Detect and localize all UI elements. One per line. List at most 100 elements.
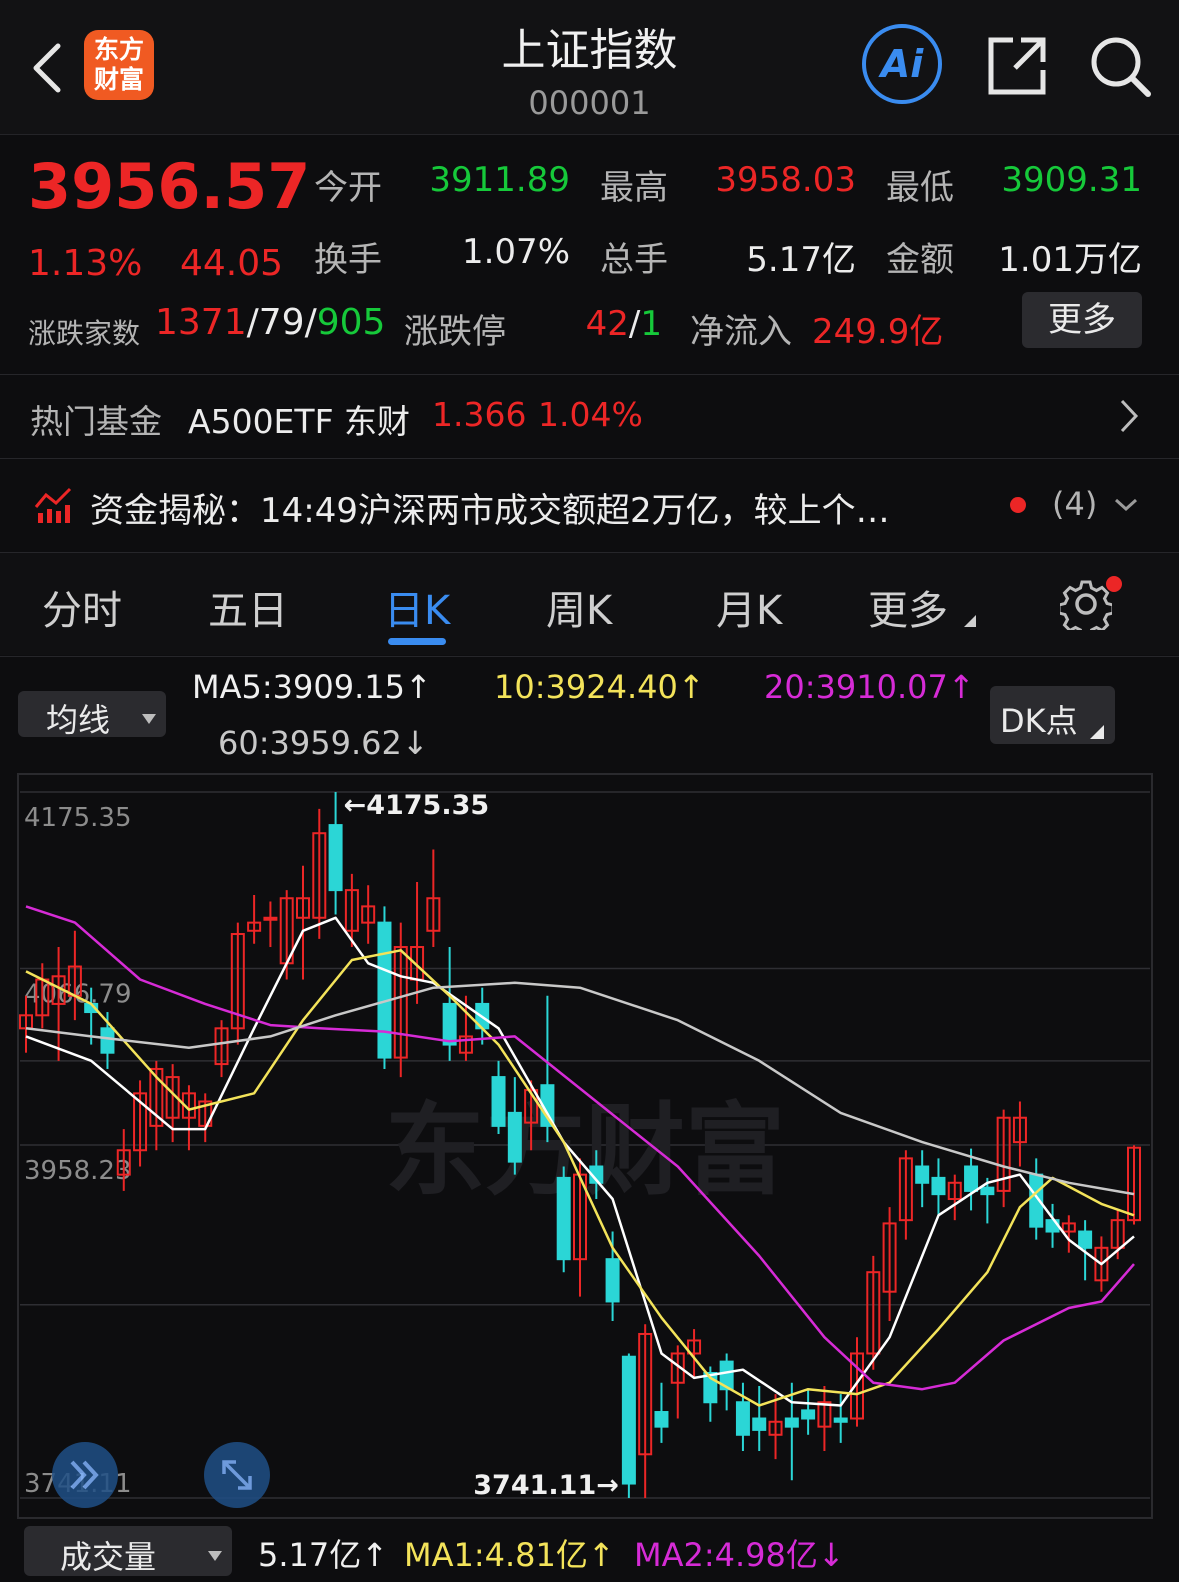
- open-label: 今开: [314, 168, 382, 208]
- ma20-value: 20:3910.07↑: [764, 668, 975, 706]
- candle-body: [784, 1417, 799, 1428]
- tab-monthly-k[interactable]: 月K: [716, 578, 782, 636]
- volume-ma1: MA1:4.81亿↑: [404, 1536, 615, 1574]
- dk-button[interactable]: DK点: [990, 686, 1115, 744]
- ai-label: Ai: [880, 42, 924, 86]
- settings-gear-icon[interactable]: [1057, 578, 1115, 638]
- unread-dot: [1010, 497, 1026, 513]
- candle-body: [328, 824, 343, 892]
- tab-intraday[interactable]: 分时: [42, 578, 122, 636]
- breadth-values: 1371/79/905: [155, 302, 386, 343]
- tab-more[interactable]: 更多: [868, 578, 948, 636]
- volume-selector-label: 成交量: [60, 1538, 157, 1576]
- candle-body: [1078, 1230, 1093, 1249]
- fast-forward-button[interactable]: [52, 1442, 118, 1508]
- candle-body: [801, 1409, 816, 1420]
- min-price-marker: 3741.11→: [473, 1470, 619, 1501]
- dropdown-corner-icon: [964, 612, 976, 631]
- candle-body: [833, 1417, 848, 1423]
- settings-badge-dot: [1106, 576, 1122, 592]
- breadth-label: 涨跌家数: [28, 317, 141, 350]
- dk-button-label: DK点: [1000, 702, 1078, 740]
- expand-button[interactable]: [204, 1442, 270, 1508]
- ai-button[interactable]: Ai: [862, 24, 942, 104]
- candle-body: [100, 1027, 115, 1054]
- candle-body: [507, 1111, 522, 1163]
- candle-body: [491, 1076, 506, 1127]
- candle-body: [964, 1165, 979, 1192]
- tab-five-day[interactable]: 五日: [208, 578, 288, 636]
- inflow-label: 净流入: [690, 312, 792, 352]
- candlestick-chart[interactable]: 4175.354066.793958.233741.11东方财富←4175.35…: [0, 770, 1179, 1522]
- candle-body: [442, 1002, 457, 1046]
- news-headline: 资金揭秘：14:49沪深两市成交额超2万亿，较上个…: [90, 491, 890, 531]
- y-axis-label: 4175.35: [24, 803, 132, 833]
- fund-pct: 1.04%: [538, 395, 643, 434]
- ma5-value: MA5:3909.15↑: [192, 668, 432, 706]
- dropdown-corner-icon: [1090, 724, 1104, 743]
- low-value: 3909.31: [1001, 160, 1142, 200]
- limit-down: 1: [640, 304, 662, 344]
- change-percent: 1.13%: [28, 243, 143, 284]
- tab-daily-k[interactable]: 日K: [384, 578, 450, 636]
- candle-body: [752, 1417, 767, 1431]
- fund-name: A500ETF 东财: [188, 402, 411, 441]
- ma60-value: 60:3959.62↓: [218, 724, 429, 762]
- candle-body: [735, 1401, 750, 1436]
- share-icon[interactable]: [985, 34, 1049, 98]
- tab-weekly-k[interactable]: 周K: [546, 578, 612, 636]
- y-axis-label: 4066.79: [24, 980, 132, 1010]
- turnover-label: 换手: [314, 240, 382, 280]
- max-price-marker: ←4175.35: [344, 790, 490, 821]
- capital-flow-icon: [34, 485, 74, 529]
- news-row[interactable]: 资金揭秘：14:49沪深两市成交额超2万亿，较上个… (4): [0, 459, 1179, 551]
- candle-body: [556, 1176, 571, 1261]
- limit-label: 涨跌停: [404, 312, 506, 352]
- dropdown-arrow-icon: [142, 709, 156, 728]
- candle-body: [980, 1186, 995, 1196]
- ma-line-ma5: [25, 916, 1135, 1407]
- turnover-value: 1.07%: [461, 232, 570, 272]
- candle-body: [931, 1176, 946, 1196]
- candle-body: [915, 1165, 930, 1184]
- limit-values: 42/1: [585, 304, 662, 344]
- volume-ma2: MA2:4.98亿↓: [634, 1536, 845, 1574]
- inflow-value: 249.9亿: [812, 312, 944, 352]
- current-price: 3956.57: [28, 150, 311, 223]
- fund-price: 1.366: [432, 395, 527, 434]
- candle-body: [605, 1258, 620, 1303]
- y-axis-label: 3958.23: [24, 1156, 132, 1186]
- news-count: (4): [1052, 485, 1098, 523]
- candle-body: [377, 921, 392, 1059]
- volume-label: 总手: [600, 240, 668, 280]
- volume-value: 5.17亿: [746, 240, 856, 280]
- down-count: 905: [316, 302, 386, 343]
- flat-count: 79: [258, 302, 305, 343]
- candle-body: [654, 1411, 669, 1428]
- candle-body: [621, 1355, 636, 1485]
- header-bar: 东方 财富 上证指数 000001 Ai: [0, 0, 1179, 135]
- change-value: 44.05: [180, 243, 284, 284]
- more-button[interactable]: 更多: [1022, 292, 1142, 348]
- ma10-value: 10:3924.40↑: [494, 668, 705, 706]
- ma-selector-label: 均线: [46, 701, 111, 739]
- high-label: 最高: [600, 168, 668, 208]
- amount-label: 金额: [886, 240, 954, 280]
- more-button-label: 更多: [1048, 300, 1116, 340]
- expand-arrows-icon: [222, 1460, 252, 1490]
- amount-value: 1.01万亿: [998, 240, 1142, 280]
- search-icon[interactable]: [1088, 34, 1154, 100]
- candle-body: [263, 916, 278, 921]
- chevron-down-icon: [1113, 497, 1139, 517]
- up-count: 1371: [155, 302, 247, 343]
- volume-value-label: 5.17亿↑: [258, 1536, 389, 1574]
- fund-row[interactable]: 热门基金 A500ETF 东财 1.366 1.04%: [0, 375, 1179, 457]
- chevron-right-icon: [1118, 397, 1140, 439]
- ma-selector[interactable]: 均线: [18, 691, 166, 739]
- volume-selector[interactable]: 成交量: [24, 1526, 232, 1576]
- active-tab-indicator: [388, 638, 446, 645]
- dropdown-arrow-icon: [208, 1546, 222, 1565]
- high-value: 3958.03: [715, 160, 856, 200]
- double-chevron-icon: [70, 1460, 99, 1490]
- fund-label: 热门基金: [30, 402, 162, 441]
